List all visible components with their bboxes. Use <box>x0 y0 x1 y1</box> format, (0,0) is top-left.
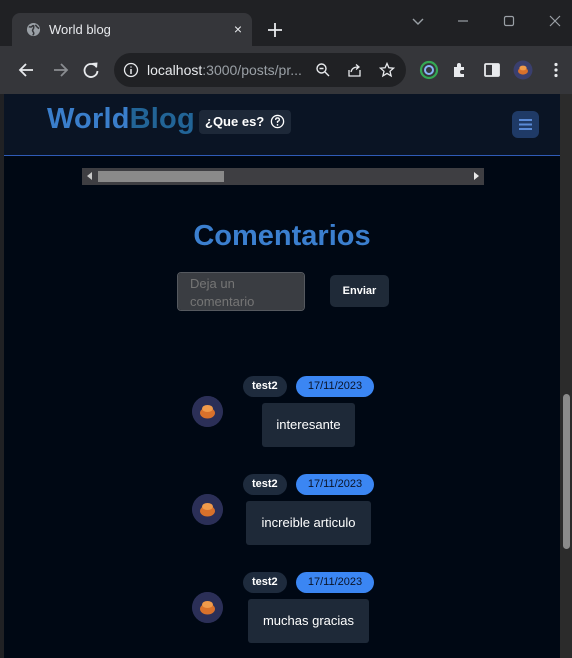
logo-world: World <box>47 103 130 135</box>
share-icon[interactable] <box>347 62 363 78</box>
comment-input[interactable] <box>177 272 305 311</box>
site-logo[interactable]: WorldBlog <box>47 103 195 136</box>
site-info-icon[interactable] <box>123 62 139 78</box>
user-avatar[interactable] <box>192 396 223 427</box>
forward-icon[interactable] <box>50 60 70 80</box>
horizontal-scrollbar[interactable] <box>82 168 484 185</box>
address-bar[interactable]: localhost:3000/posts/pr... <box>114 53 406 87</box>
comment-date-badge: 17/11/2023 <box>296 474 374 495</box>
profile-avatar-icon[interactable] <box>513 60 533 80</box>
user-avatar[interactable] <box>192 592 223 623</box>
que-es-label: ¿Que es? <box>205 114 265 129</box>
browser-tab[interactable]: World blog × <box>12 13 252 46</box>
question-circle-icon <box>270 114 285 129</box>
horizontal-scroll-thumb[interactable] <box>98 171 224 182</box>
comment-text: increible articulo <box>246 501 371 545</box>
tab-strip: World blog × <box>0 0 572 46</box>
back-icon[interactable] <box>17 60 37 80</box>
scroll-left-arrow-icon[interactable] <box>87 172 92 180</box>
side-panel-icon[interactable] <box>482 60 502 80</box>
page-viewport: WorldBlog ¿Que es? Comentarios Enviar te… <box>4 94 560 658</box>
comment-user-badge[interactable]: test2 <box>243 474 287 495</box>
maximize-icon[interactable] <box>500 12 518 30</box>
new-tab-icon[interactable] <box>265 20 285 40</box>
minimize-icon[interactable] <box>454 12 472 30</box>
close-tab-icon[interactable]: × <box>234 21 242 37</box>
logo-blog: Blog <box>129 103 195 135</box>
scroll-right-arrow-icon[interactable] <box>474 172 479 180</box>
globe-icon <box>26 22 41 37</box>
user-avatar[interactable] <box>192 494 223 525</box>
comment-text: muchas gracias <box>248 599 369 643</box>
reload-icon[interactable] <box>81 60 101 80</box>
bookmark-star-icon[interactable] <box>379 62 395 78</box>
browser-menu-icon[interactable] <box>546 60 566 80</box>
comment-date-badge: 17/11/2023 <box>296 376 374 397</box>
url-text: localhost:3000/posts/pr... <box>147 62 302 78</box>
site-navbar: WorldBlog ¿Que es? <box>4 94 560 156</box>
comment-text: interesante <box>262 403 355 447</box>
hamburger-menu-icon[interactable] <box>512 111 539 138</box>
tab-title: World blog <box>49 22 111 37</box>
url-path: :3000/posts/pr... <box>202 62 302 78</box>
comment-item: test2 17/11/2023 muchas gracias <box>4 572 560 658</box>
extension-ring-icon[interactable] <box>419 60 439 80</box>
comments-heading: Comentarios <box>193 220 371 252</box>
que-es-button[interactable]: ¿Que es? <box>199 110 291 134</box>
url-host: localhost <box>147 62 203 78</box>
comment-item: test2 17/11/2023 increible articulo <box>4 474 560 564</box>
send-button[interactable]: Enviar <box>330 275 389 307</box>
extensions-puzzle-icon[interactable] <box>450 60 470 80</box>
comment-item: test2 17/11/2023 interesante <box>4 376 560 466</box>
close-window-icon[interactable] <box>546 12 564 30</box>
vertical-scrollbar[interactable] <box>560 94 572 658</box>
tab-search-icon[interactable] <box>409 12 427 30</box>
browser-toolbar: localhost:3000/posts/pr... <box>0 46 572 94</box>
comment-user-badge[interactable]: test2 <box>243 376 287 397</box>
comment-date-badge: 17/11/2023 <box>296 572 374 593</box>
zoom-icon[interactable] <box>315 62 331 78</box>
comment-user-badge[interactable]: test2 <box>243 572 287 593</box>
vertical-scroll-thumb[interactable] <box>563 394 570 549</box>
